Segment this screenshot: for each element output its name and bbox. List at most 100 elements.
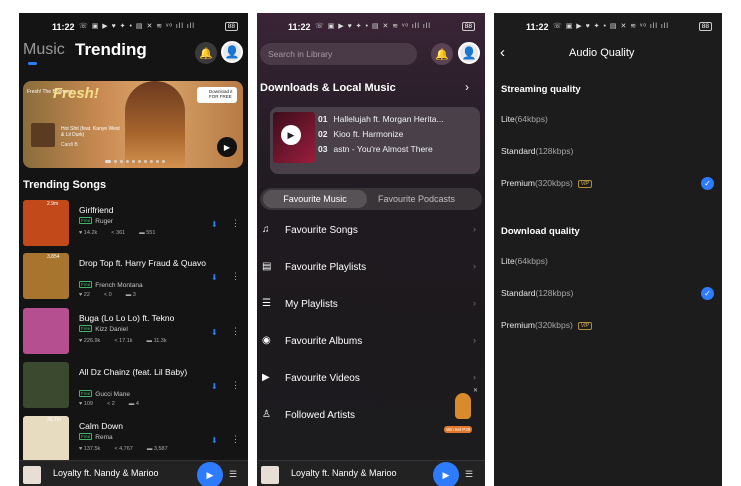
share-stat: < 361: [111, 230, 125, 236]
tab-favourite-podcasts[interactable]: Favourite Podcasts: [378, 194, 455, 204]
menu-item-label: Favourite Songs: [285, 225, 358, 236]
mini-player[interactable]: Loyalty ft. Nandy & Marioo ▶ ☰: [19, 460, 248, 486]
download-icon[interactable]: ⬇: [211, 436, 218, 445]
download-icon[interactable]: ⬇: [211, 220, 218, 229]
download-option-lite[interactable]: Lite(64kbps): [501, 256, 548, 266]
song-artist-line: Free Kizz Daniel: [79, 325, 128, 333]
mini-player-play-icon[interactable]: ▶: [197, 462, 223, 486]
quality-bitrate: (64kbps): [514, 114, 548, 124]
banner-play-icon[interactable]: ▶: [217, 137, 237, 157]
like-count: 226.9k: [83, 338, 101, 344]
comment-count: 3,587: [153, 446, 168, 452]
playlist-queue-icon[interactable]: ☰: [229, 469, 237, 480]
quality-name: Standard: [501, 288, 536, 298]
close-icon[interactable]: ✕: [473, 387, 478, 394]
download-track-item[interactable]: 01 Hallelujah ft. Morgan Herita...: [318, 114, 444, 124]
favourites-segmented-control: Favourite Music Favourite Podcasts: [260, 188, 482, 210]
comment-icon: ▬: [128, 401, 136, 407]
banner-download-badge[interactable]: Download it FOR FREE: [197, 87, 237, 103]
quality-bitrate: (320kbps): [535, 178, 573, 188]
more-options-icon[interactable]: ⋮: [231, 218, 240, 229]
promo-banner[interactable]: Fresh! The Boomers Fresh! Hot Shit (feat…: [23, 81, 243, 168]
mini-player[interactable]: Loyalty ft. Nandy & Marioo ▶ ☰: [257, 460, 485, 486]
status-time: 11:22: [52, 22, 75, 32]
banner-song: Hot Shit (feat. Kanye West & Lil Durk): [61, 126, 120, 138]
comment-count: 551: [146, 230, 156, 236]
song-row[interactable]: 2.9m Girlfriend Free Ruger ♥ 14.2k < 361 ▬ 551…: [23, 200, 245, 250]
download-option-premium[interactable]: Premium(320kbps) VIP: [501, 320, 592, 330]
mini-player-play-icon[interactable]: ▶: [433, 462, 459, 486]
comment-count: 4: [135, 401, 139, 407]
free-badge: Free: [79, 281, 93, 288]
trending-screen: 11:22 ☏ ▣ ▶ ♥ ✦ • ▤ ✕ ≋ ᵛᵒ ıll ıll 88 Mu…: [19, 13, 248, 486]
share-count: 4,767: [119, 446, 133, 452]
notification-bell-icon[interactable]: 🔔: [431, 43, 453, 65]
download-icon[interactable]: ⬇: [211, 382, 218, 391]
quality-name: Lite: [501, 114, 515, 124]
like-count: 109: [83, 401, 93, 407]
menu-item-favourite-playlists[interactable]: ▤ Favourite Playlists ›: [262, 259, 480, 281]
comment-count: 3: [132, 292, 136, 298]
more-options-icon[interactable]: ⋮: [231, 434, 240, 445]
back-arrow-icon[interactable]: ‹: [500, 44, 505, 61]
chevron-right-icon[interactable]: ›: [465, 80, 469, 94]
menu-item-my-playlists[interactable]: ☰ My Playlists ›: [262, 296, 480, 318]
tab-music[interactable]: Music: [23, 41, 65, 59]
profile-avatar-icon[interactable]: 👤: [458, 42, 480, 64]
promo-widget[interactable]: ✕ Win Itel P38: [444, 388, 481, 433]
status-icons: ☏ ▣ ▶ ♥ ✦ • ▤ ✕ ≋ ᵛᵒ ıll ıll: [315, 23, 431, 30]
song-cover: [23, 253, 69, 299]
song-row[interactable]: Buga (Lo Lo Lo) ft. Tekno Free Kizz Daniel…: [23, 308, 245, 358]
banner-album-thumb: [31, 123, 55, 147]
song-row[interactable]: 35.7m Calm Down Free Rema ♥ 137.5k < 4,767 ▬ 3…: [23, 416, 245, 466]
streaming-option-lite[interactable]: Lite(64kbps): [501, 114, 548, 124]
more-options-icon[interactable]: ⋮: [231, 326, 240, 337]
comment-count: 11.3k: [153, 338, 167, 344]
more-options-icon[interactable]: ⋮: [231, 380, 240, 391]
status-icons: ☏ ▣ ▶ ♥ ✦ • ▤ ✕ ≋ ᵛᵒ ıll ıll: [79, 23, 195, 30]
profile-avatar-icon[interactable]: 👤: [221, 41, 243, 63]
menu-item-favourite-albums[interactable]: ◉ Favourite Albums ›: [262, 333, 480, 355]
comment-stat: ▬ 551: [139, 230, 155, 236]
share-count: 0: [108, 292, 112, 298]
download-icon[interactable]: ⬇: [211, 328, 218, 337]
mini-player-title: Loyalty ft. Nandy & Marioo: [291, 468, 397, 478]
download-track-item[interactable]: 03 astn - You're Almost There: [318, 144, 433, 154]
song-stats: ♥ 137.5k < 4,767 ▬ 3,587: [79, 446, 168, 452]
song-row[interactable]: 3,854 Drop Top ft. Harry Fraud & Quavo Fre…: [23, 253, 245, 303]
more-options-icon[interactable]: ⋮: [231, 271, 240, 282]
comment-icon: ▬: [146, 446, 154, 452]
chevron-right-icon: ›: [473, 298, 476, 308]
menu-item-favourite-songs[interactable]: ♫ Favourite Songs ›: [262, 222, 480, 244]
play-count: 3,854: [47, 254, 60, 260]
share-count: 361: [116, 230, 126, 236]
search-input[interactable]: Search in Library: [260, 43, 417, 65]
download-icon[interactable]: ⬇: [211, 273, 218, 282]
quality-name: Premium: [501, 320, 536, 330]
notification-bell-icon[interactable]: 🔔: [195, 42, 217, 64]
downloads-title[interactable]: Downloads & Local Music: [260, 82, 396, 94]
download-track-item[interactable]: 02 Kioo ft. Harmonize: [318, 129, 403, 139]
song-row[interactable]: All Dz Chainz (feat. Lil Baby) Free Gucci …: [23, 362, 245, 412]
song-stats: ♥ 14.2k < 361 ▬ 551: [79, 230, 155, 236]
song-artist-line: Free French Montana: [79, 281, 143, 289]
quality-name: Premium: [501, 178, 536, 188]
status-bar: 11:22 ☏ ▣ ▶ ♥ ✦ • ▤ ✕ ≋ ᵛᵒ ıll ıll 88: [257, 13, 485, 39]
download-option-standard[interactable]: Standard(128kbps): [501, 288, 573, 298]
song-artist: Rema: [95, 434, 113, 441]
like-count: 137.5k: [83, 446, 101, 452]
quality-bitrate: (64kbps): [514, 256, 548, 266]
streaming-option-premium[interactable]: Premium(320kbps) VIP: [501, 178, 592, 188]
tab-favourite-music[interactable]: Favourite Music: [263, 190, 367, 208]
song-cover: [23, 200, 69, 246]
like-count: 22: [83, 292, 90, 298]
tab-trending[interactable]: Trending: [75, 40, 147, 60]
playlist-queue-icon[interactable]: ☰: [465, 469, 473, 480]
downloads-play-icon[interactable]: ▶: [281, 125, 301, 145]
like-stat: ♥ 22: [79, 292, 90, 298]
streaming-option-standard[interactable]: Standard(128kbps): [501, 146, 573, 156]
menu-item-favourite-videos[interactable]: ▶ Favourite Videos ›: [262, 370, 480, 392]
track-name: astn - You're Almost There: [333, 144, 433, 154]
free-badge: Free: [79, 433, 93, 440]
downloads-card[interactable]: ▶ 01 Hallelujah ft. Morgan Herita... 02 Kio…: [270, 107, 480, 174]
